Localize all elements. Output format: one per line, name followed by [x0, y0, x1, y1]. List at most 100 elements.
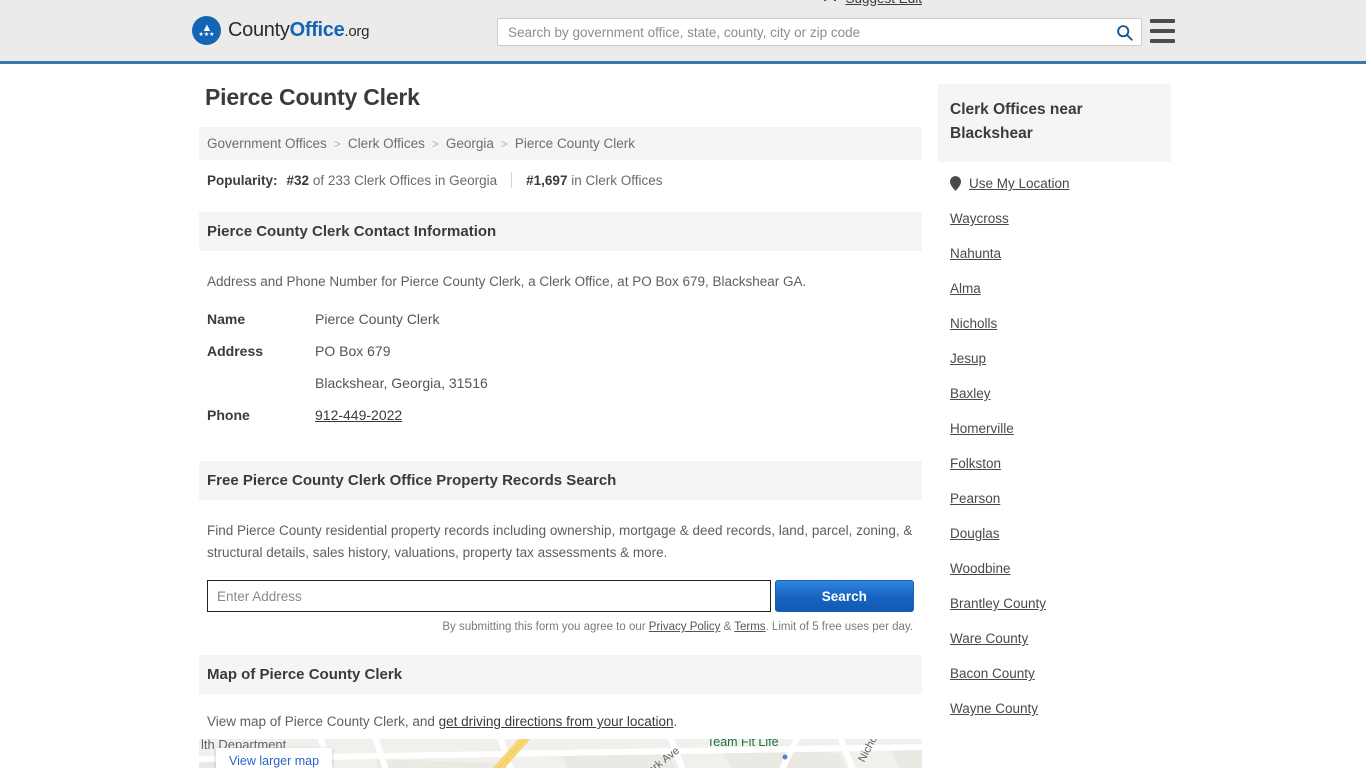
contact-value-address-line1: PO Box 679 — [315, 343, 391, 359]
sidebar-item-nahunta[interactable]: Nahunta — [950, 236, 1159, 271]
main-content-column: Pierce County Clerk Government Offices >… — [199, 0, 922, 768]
sidebar-item-bacon-county[interactable]: Bacon County — [950, 656, 1159, 691]
popularity-label: Popularity: — [207, 172, 278, 188]
logo-tld: .org — [344, 23, 370, 40]
hamburger-bar — [1150, 19, 1175, 23]
table-row: Blackshear, Georgia, 31516 — [207, 367, 914, 399]
edit-pencil-icon — [823, 0, 838, 8]
records-description: Find Pierce County residential property … — [207, 523, 913, 560]
disclaimer-post: . Limit of 5 free uses per day. — [765, 621, 913, 633]
breadcrumb-item-current: Pierce County Clerk — [514, 136, 635, 151]
breadcrumb-item-government-offices[interactable]: Government Offices — [207, 136, 327, 151]
site-header: ▲ ★★★ CountyOffice.org — [0, 0, 1366, 64]
breadcrumb-separator-icon: > — [333, 136, 341, 151]
sidebar-link[interactable]: Homerville — [950, 421, 1014, 436]
breadcrumb-item-clerk-offices[interactable]: Clerk Offices — [348, 136, 425, 151]
map-note: View map of Pierce County Clerk, and get… — [207, 714, 914, 729]
sidebar-link[interactable]: Nahunta — [950, 246, 1001, 261]
sidebar-item-use-my-location[interactable]: Use My Location — [950, 162, 1159, 201]
sidebar-item-folkston[interactable]: Folkston — [950, 446, 1159, 481]
address-input[interactable] — [207, 580, 771, 612]
sidebar-item-brantley-county[interactable]: Brantley County — [950, 586, 1159, 621]
contact-key-address: Address — [207, 343, 264, 359]
sidebar-item-waycross[interactable]: Waycross — [950, 201, 1159, 236]
sidebar-link[interactable]: Brantley County — [950, 596, 1046, 611]
breadcrumb: Government Offices > Clerk Offices > Geo… — [199, 127, 922, 160]
sidebar-link[interactable]: Woodbine — [950, 561, 1011, 576]
sidebar-item-baxley[interactable]: Baxley — [950, 376, 1159, 411]
sidebar-list: Use My Location Waycross Nahunta Alma Ni… — [938, 162, 1171, 726]
sidebar-item-ware-county[interactable]: Ware County — [950, 621, 1159, 656]
property-records-panel: Free Pierce County Clerk Office Property… — [199, 461, 922, 633]
sidebar-link[interactable]: Waycross — [950, 211, 1009, 226]
sidebar-link[interactable]: Baxley — [950, 386, 991, 401]
contact-value-address-line2: Blackshear, Georgia, 31516 — [315, 375, 488, 391]
map-panel-heading: Map of Pierce County Clerk — [199, 655, 922, 694]
page-body: Pierce County Clerk Government Offices >… — [0, 0, 1366, 768]
sidebar-link[interactable]: Pearson — [950, 491, 1000, 506]
suggest-edit-button[interactable]: Suggest Edit — [823, 0, 922, 8]
hamburger-menu-icon[interactable] — [1150, 19, 1175, 43]
form-disclaimer: By submitting this form you agree to our… — [207, 621, 914, 633]
sidebar-link[interactable]: Alma — [950, 281, 981, 296]
map-pin-icon — [950, 176, 961, 191]
breadcrumb-separator-icon: > — [500, 136, 508, 151]
sidebar-link[interactable]: Bacon County — [950, 666, 1035, 681]
embedded-map[interactable]: lth Department nore St Hall Henc vy Ave … — [199, 739, 922, 768]
popularity-row: Popularity: #32 of 233 Clerk Offices in … — [199, 160, 922, 196]
page-title: Pierce County Clerk — [205, 84, 420, 110]
sidebar-item-homerville[interactable]: Homerville — [950, 411, 1159, 446]
contact-panel-heading: Pierce County Clerk Contact Information — [199, 212, 922, 251]
popularity-overall-suffix: in Clerk Offices — [571, 172, 663, 188]
suggest-edit-label: Suggest Edit — [845, 0, 922, 6]
hamburger-bar — [1150, 39, 1175, 43]
disclaimer-amp: & — [720, 621, 735, 633]
table-row: Address PO Box 679 — [207, 335, 914, 367]
breadcrumb-item-georgia[interactable]: Georgia — [446, 136, 494, 151]
map-note-post: . — [673, 714, 678, 729]
driving-directions-link[interactable]: get driving directions from your locatio… — [439, 714, 674, 729]
sidebar-item-jesup[interactable]: Jesup — [950, 341, 1159, 376]
sidebar-item-douglas[interactable]: Douglas — [950, 516, 1159, 551]
popularity-overall-rank: #1,697 — [526, 172, 568, 188]
table-row: Name Pierce County Clerk — [207, 303, 914, 335]
header-search-bar[interactable] — [497, 18, 1142, 46]
sidebar-item-wayne-county[interactable]: Wayne County — [950, 691, 1159, 726]
contact-table: Name Pierce County Clerk Address PO Box … — [207, 303, 914, 431]
records-panel-body: Find Pierce County residential property … — [199, 500, 922, 633]
logo-prefix: County — [228, 19, 290, 41]
sidebar-link[interactable]: Ware County — [950, 631, 1028, 646]
contact-description: Address and Phone Number for Pierce Coun… — [207, 274, 807, 289]
search-input[interactable] — [498, 19, 1107, 45]
terms-link[interactable]: Terms — [734, 621, 765, 633]
sidebar-link[interactable]: Nicholls — [950, 316, 997, 331]
sidebar-item-alma[interactable]: Alma — [950, 271, 1159, 306]
eagle-seal-icon: ▲ ★★★ — [192, 16, 221, 45]
logo-accent: Office — [289, 19, 345, 41]
sidebar-link[interactable]: Jesup — [950, 351, 986, 366]
logo-text: CountyOffice.org — [228, 19, 369, 42]
sidebar-link[interactable]: Douglas — [950, 526, 1000, 541]
site-logo[interactable]: ▲ ★★★ CountyOffice.org — [192, 16, 369, 45]
sidebar-link[interactable]: Wayne County — [950, 701, 1038, 716]
search-icon[interactable] — [1107, 19, 1141, 45]
sidebar-item-nicholls[interactable]: Nicholls — [950, 306, 1159, 341]
map-note-pre: View map of Pierce County Clerk, and — [207, 714, 439, 729]
hamburger-bar — [1150, 29, 1175, 33]
contact-key-phone: Phone — [207, 407, 250, 423]
phone-link[interactable]: 912-449-2022 — [315, 407, 402, 423]
contact-value-name: Pierce County Clerk — [315, 311, 440, 327]
contact-panel-body: Address and Phone Number for Pierce Coun… — [199, 0, 922, 431]
view-larger-map-button[interactable]: View larger map — [216, 748, 333, 768]
disclaimer-pre: By submitting this form you agree to our — [442, 621, 649, 633]
use-my-location-link[interactable]: Use My Location — [969, 176, 1070, 191]
privacy-policy-link[interactable]: Privacy Policy — [649, 621, 721, 633]
map-panel: Map of Pierce County Clerk View map of P… — [199, 655, 922, 768]
contact-key-name: Name — [207, 311, 246, 327]
sidebar-item-pearson[interactable]: Pearson — [950, 481, 1159, 516]
popularity-state-suffix: of 233 Clerk Offices in Georgia — [312, 172, 498, 188]
sidebar-item-woodbine[interactable]: Woodbine — [950, 551, 1159, 586]
records-search-button[interactable]: Search — [774, 580, 914, 612]
sidebar-link[interactable]: Folkston — [950, 456, 1001, 471]
records-panel-heading: Free Pierce County Clerk Office Property… — [199, 461, 922, 500]
